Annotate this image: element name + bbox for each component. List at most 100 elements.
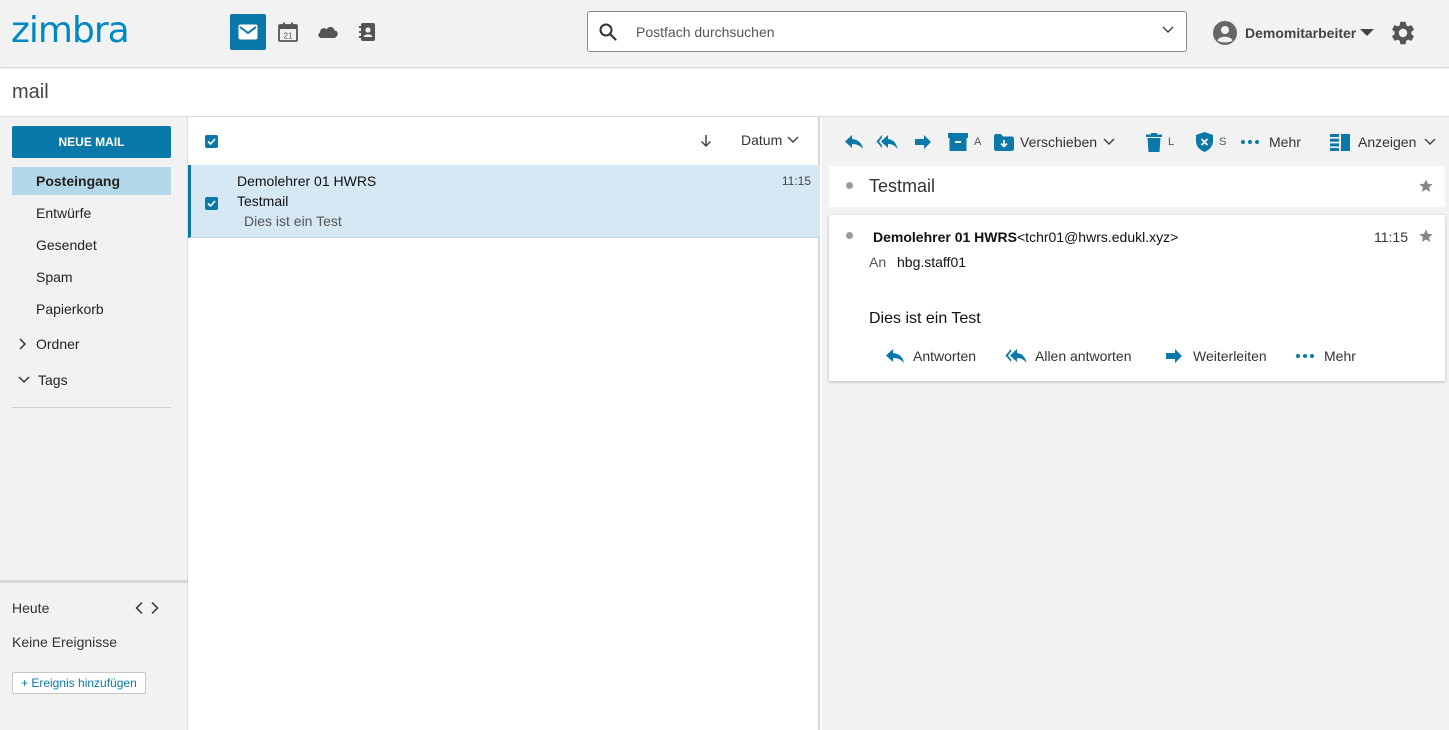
move-folder-icon (994, 133, 1014, 151)
folder-trash[interactable]: Papierkorb (12, 295, 171, 323)
sort-label: Datum (741, 132, 783, 148)
delete-toolbar-button[interactable]: L (1146, 130, 1174, 154)
sidebar-divider (12, 407, 171, 408)
user-menu[interactable]: Demomitarbeiter (1213, 20, 1375, 46)
message-list-header: Datum (188, 117, 820, 165)
read-status-dot[interactable] (846, 232, 853, 239)
star-icon[interactable] (1418, 178, 1434, 194)
search-box (587, 11, 1187, 52)
app-calendar-button[interactable]: 21 (270, 14, 306, 50)
archive-toolbar-button[interactable]: A (948, 130, 981, 154)
reply-all-toolbar-button[interactable] (876, 130, 898, 154)
message-checkbox[interactable] (205, 197, 218, 210)
message-preview: Dies ist ein Test (244, 213, 342, 229)
delete-label: L (1168, 136, 1175, 148)
sidebar: NEUE MAIL Posteingang Entwürfe Gesendet … (0, 117, 188, 730)
sender-name[interactable]: Demolehrer 01 HWRS (873, 229, 1017, 245)
top-bar: zimbra 21 Demomitarbeiter (0, 0, 1449, 68)
sender-email[interactable]: <tchr01@hwrs.edukl.xyz> (1017, 229, 1178, 245)
chevron-down-icon[interactable] (1162, 26, 1174, 34)
check-icon (207, 138, 216, 145)
check-icon (207, 200, 216, 207)
star-icon[interactable] (1418, 228, 1434, 244)
new-mail-button[interactable]: NEUE MAIL (12, 126, 171, 158)
group-folders-label: Ordner (36, 336, 80, 352)
gear-icon (1392, 21, 1414, 45)
message-row[interactable]: Demolehrer 01 HWRS Testmail Dies ist ein… (188, 165, 820, 238)
more-dots-icon (1296, 354, 1314, 358)
app-mail-button[interactable] (230, 14, 266, 50)
forward-icon (915, 135, 931, 149)
caret-down-icon (1360, 29, 1375, 36)
zimbra-logo[interactable]: zimbra (11, 10, 130, 51)
move-label: Verschieben (1020, 134, 1098, 150)
chevron-down-icon (18, 376, 30, 384)
reply-all-button[interactable]: Allen antworten (1005, 345, 1132, 367)
forward-label: Weiterleiten (1193, 348, 1267, 364)
search-icon[interactable] (598, 22, 618, 42)
message-time: 11:15 (781, 174, 811, 188)
calendar-icon: 21 (278, 22, 298, 42)
spam-toolbar-button[interactable]: S (1196, 130, 1226, 154)
forward-toolbar-button[interactable] (914, 130, 932, 154)
message-card: Demolehrer 01 HWRS <tchr01@hwrs.edukl.xy… (829, 215, 1445, 381)
section-bar: mail (0, 69, 1449, 117)
folder-sent[interactable]: Gesendet (12, 231, 171, 259)
conversation-subject: Testmail (869, 176, 936, 196)
no-events-label: Keine Ereignisse (12, 634, 118, 650)
group-tags[interactable]: Tags (18, 366, 68, 394)
reply-all-icon (876, 135, 898, 149)
chevron-right-icon (19, 338, 27, 350)
settings-gear-button[interactable] (1389, 19, 1417, 47)
message-body: Dies ist ein Test (869, 310, 981, 327)
mini-calendar: Heute Keine Ereignisse + Ereignis hinzuf… (0, 580, 188, 730)
search-input[interactable] (636, 20, 1136, 44)
sort-by-date-dropdown[interactable]: Datum (741, 132, 799, 148)
view-toolbar-dropdown[interactable]: Anzeigen (1330, 130, 1436, 154)
message-from: Demolehrer 01 HWRS (237, 173, 377, 189)
chevron-right-icon[interactable] (150, 601, 160, 615)
more-actions-button[interactable]: Mehr (1296, 345, 1356, 367)
recipient[interactable]: hbg.staff01 (897, 254, 966, 270)
app-contacts-button[interactable] (350, 14, 386, 50)
group-folders[interactable]: Ordner (18, 330, 80, 358)
conversation-subject-bar: Testmail (829, 166, 1445, 207)
app-cloud-button[interactable] (310, 14, 346, 50)
forward-button[interactable]: Weiterleiten (1165, 345, 1267, 367)
sort-direction-button[interactable] (700, 134, 712, 148)
arrow-down-icon (700, 135, 712, 148)
more-dots-icon (1241, 140, 1259, 144)
chevron-down-icon (1424, 138, 1436, 146)
mail-icon (238, 24, 258, 40)
move-toolbar-dropdown[interactable]: Verschieben (994, 130, 1115, 154)
section-title: mail (12, 81, 49, 103)
message-list: Datum Demolehrer 01 HWRS Testmail Dies i… (188, 117, 820, 730)
folder-spam[interactable]: Spam (12, 263, 171, 291)
calendar-nav (134, 601, 160, 615)
message-subject: Testmail (237, 193, 289, 209)
calendar-today-label: Heute (12, 600, 50, 616)
more-toolbar-button[interactable]: Mehr (1241, 130, 1301, 154)
svg-text:21: 21 (284, 32, 293, 41)
reply-toolbar-button[interactable] (844, 130, 864, 154)
avatar-icon (1213, 21, 1237, 45)
message-time: 11:15 (1374, 229, 1408, 245)
read-status-dot[interactable] (846, 182, 853, 189)
contacts-icon (359, 23, 375, 41)
reply-all-icon (1005, 349, 1027, 363)
chevron-left-icon[interactable] (134, 601, 144, 615)
add-event-button[interactable]: + Ereignis hinzufügen (12, 672, 146, 694)
reply-button[interactable]: Antworten (885, 345, 976, 367)
more-actions-label: Mehr (1324, 348, 1356, 364)
chevron-down-icon (1103, 138, 1115, 146)
folder-drafts[interactable]: Entwürfe (12, 199, 171, 227)
select-all-checkbox[interactable] (205, 135, 218, 148)
user-name: Demomitarbeiter (1245, 25, 1357, 41)
recipient-label: An (869, 254, 887, 270)
view-label: Anzeigen (1358, 134, 1417, 150)
reply-icon (845, 135, 863, 149)
folder-inbox[interactable]: Posteingang (12, 167, 171, 195)
shield-icon (1196, 132, 1213, 152)
reading-pane: A Verschieben L S Mehr Anzeigen Testmail… (822, 117, 1449, 730)
chevron-down-icon (787, 136, 799, 144)
